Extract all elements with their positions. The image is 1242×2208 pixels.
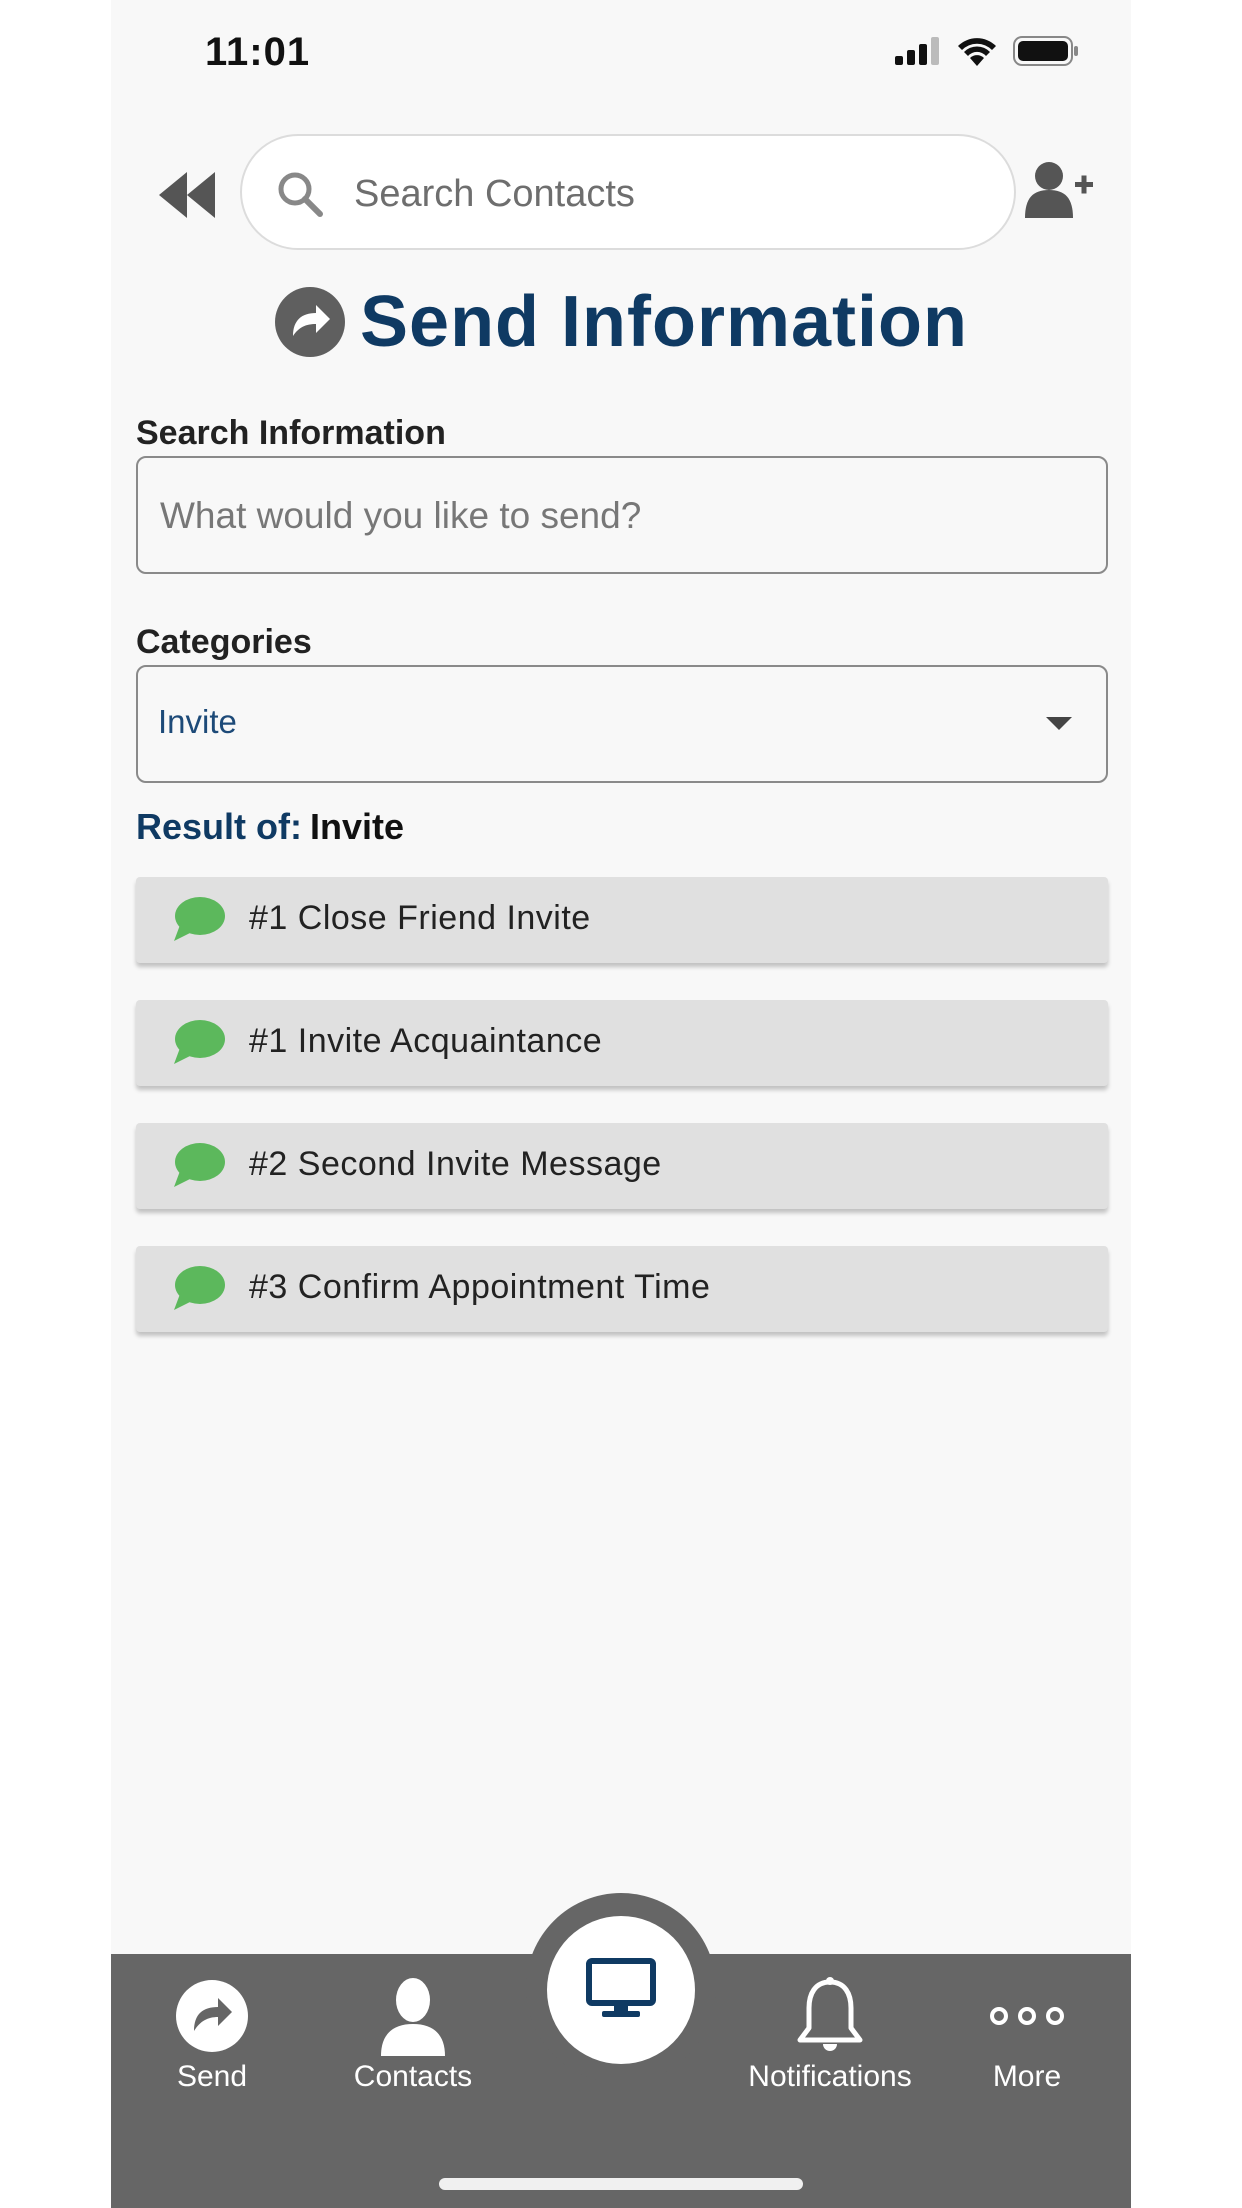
result-item[interactable]: #1 Invite Acquaintance: [136, 1000, 1108, 1086]
nav-more[interactable]: More: [982, 1976, 1072, 2106]
result-item-label: #3 Confirm Appointment Time: [249, 1268, 711, 1306]
result-heading: Result of: Invite: [136, 806, 404, 848]
categories-label: Categories: [136, 623, 312, 661]
categories-select[interactable]: Invite: [136, 665, 1108, 783]
add-user-icon: [1025, 162, 1093, 218]
wifi-icon: [958, 38, 996, 66]
add-contact-button[interactable]: [1025, 160, 1095, 220]
search-information-input[interactable]: [158, 482, 1062, 550]
contact-icon: [381, 1978, 445, 2056]
cellular-signal-icon: [895, 37, 939, 65]
nav-notifications-label: Notifications: [748, 2060, 912, 2093]
result-item[interactable]: #3 Confirm Appointment Time: [136, 1246, 1108, 1332]
status-time: 11:01: [205, 30, 311, 74]
nav-notifications[interactable]: Notifications: [735, 1976, 925, 2106]
nav-contacts-label: Contacts: [353, 2060, 473, 2093]
chat-bubble-icon: [174, 1143, 225, 1187]
page-header: Send Information: [111, 274, 1131, 370]
page-title: Send Information: [360, 282, 968, 362]
result-item-label: #2 Second Invite Message: [249, 1145, 662, 1183]
result-prefix: Result of:: [136, 806, 302, 847]
result-item[interactable]: #1 Close Friend Invite: [136, 877, 1108, 963]
more-icon: [990, 2007, 1064, 2025]
monitor-icon: [586, 1958, 656, 2017]
result-item[interactable]: #2 Second Invite Message: [136, 1123, 1108, 1209]
nav-send[interactable]: Send: [160, 1976, 264, 2106]
nav-more-label: More: [992, 2060, 1062, 2093]
search-icon: [278, 172, 323, 217]
search-information-label: Search Information: [136, 414, 446, 452]
home-indicator: [439, 2178, 803, 2190]
back-button[interactable]: [157, 170, 219, 220]
result-item-label: #1 Invite Acquaintance: [249, 1022, 603, 1060]
send-icon: [176, 1980, 248, 2052]
rewind-icon: [159, 172, 215, 218]
contact-search-input[interactable]: [352, 158, 976, 230]
bell-icon: [797, 1977, 863, 2051]
nav-send-label: Send: [176, 2060, 248, 2093]
chat-bubble-icon: [174, 1020, 225, 1064]
chat-bubble-icon: [174, 897, 225, 941]
center-monitor-button[interactable]: [547, 1916, 695, 2064]
contact-search-bar[interactable]: [240, 134, 1016, 250]
app-screen: 11:01 Search Contacts Send Information S…: [111, 0, 1131, 2208]
status-icons: [895, 36, 1079, 66]
result-value: Invite: [310, 806, 405, 847]
share-forward-icon: [275, 287, 345, 357]
battery-icon: [1013, 36, 1078, 66]
result-item-label: #1 Close Friend Invite: [249, 899, 591, 937]
search-information-field[interactable]: [136, 456, 1108, 574]
chat-bubble-icon: [174, 1266, 225, 1310]
nav-contacts[interactable]: Contacts: [345, 1976, 481, 2106]
categories-selected-value: Invite: [158, 703, 237, 740]
chevron-down-icon: [1046, 717, 1072, 730]
